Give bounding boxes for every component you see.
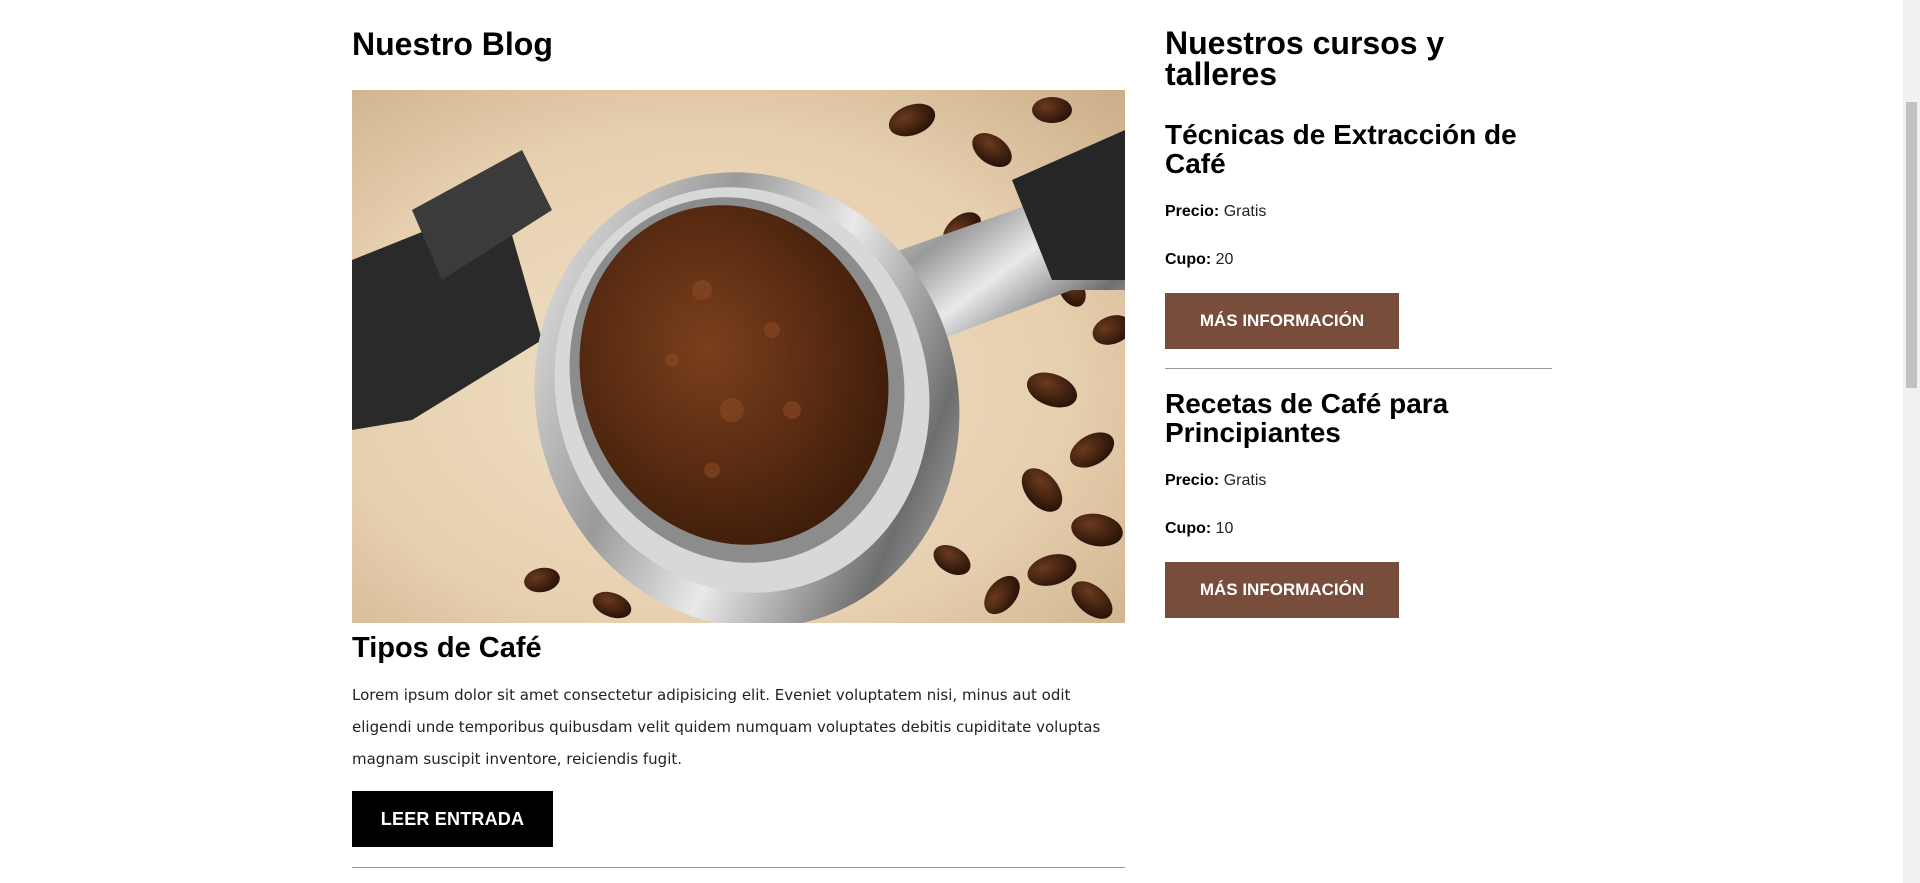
blog-entry-image [352, 90, 1125, 623]
blog-entry-title: Tipos de Café [352, 632, 542, 664]
course-quota: Cupo: 10 [1165, 519, 1233, 539]
more-info-button[interactable]: MÁS INFORMACIÓN [1165, 562, 1399, 618]
blog-divider [352, 867, 1125, 868]
quota-value: 20 [1215, 251, 1234, 268]
quota-label: Cupo: [1165, 251, 1212, 268]
price-value: Gratis [1223, 203, 1267, 220]
course-title: Técnicas de Extracción de Café [1165, 119, 1517, 179]
price-label: Precio: [1165, 203, 1220, 220]
read-entry-button[interactable]: LEER ENTRADA [352, 791, 553, 847]
course-card: Técnicas de Extracción de Café Precio: G… [1165, 120, 1552, 370]
courses-title: Nuestros cursos y talleres [1165, 25, 1445, 92]
price-value: Gratis [1223, 472, 1267, 489]
course-card: Recetas de Café para Principiantes Preci… [1165, 389, 1552, 639]
quota-value: 10 [1215, 520, 1234, 537]
course-title: Recetas de Café para Principiantes [1165, 388, 1449, 448]
course-divider [1165, 368, 1552, 369]
price-label: Precio: [1165, 472, 1220, 489]
more-info-button[interactable]: MÁS INFORMACIÓN [1165, 293, 1399, 349]
blog-title: Nuestro Blog [352, 26, 553, 62]
page-content: Nuestro Blog Tipos de Café Lorem ipsum d… [352, 0, 1552, 883]
blog-entry-excerpt: Lorem ipsum dolor sit amet consectetur a… [352, 686, 1101, 768]
quota-label: Cupo: [1165, 520, 1212, 537]
page-scrollbar[interactable] [1903, 0, 1920, 883]
scrollbar-thumb[interactable] [1906, 102, 1917, 388]
course-quota: Cupo: 20 [1165, 250, 1233, 270]
course-price: Precio: Gratis [1165, 202, 1266, 222]
course-price: Precio: Gratis [1165, 471, 1266, 491]
